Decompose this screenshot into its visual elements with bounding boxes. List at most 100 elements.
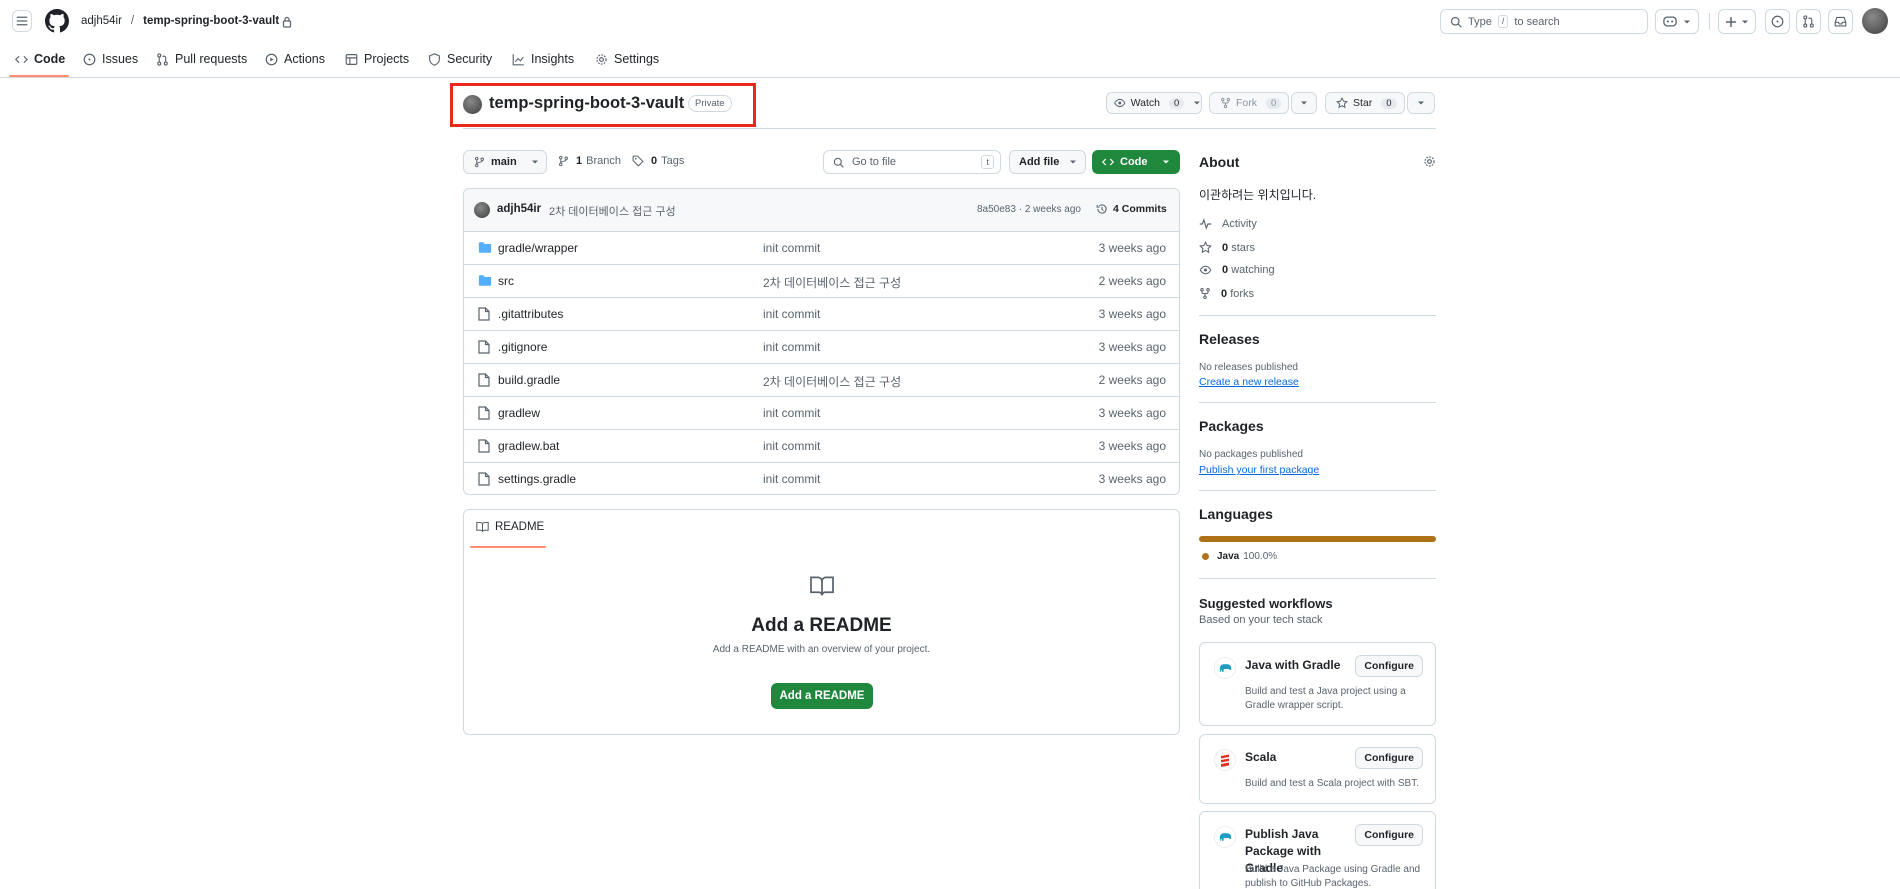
file-name[interactable]: gradlew.bat xyxy=(498,439,559,453)
configure-button[interactable]: Configure xyxy=(1355,655,1423,677)
star-icon xyxy=(1336,97,1348,109)
workflow-description: Build and test a Scala project with SBT. xyxy=(1245,778,1419,789)
releases-title[interactable]: Releases xyxy=(1199,331,1260,347)
book-icon xyxy=(810,576,834,596)
chevron-down-icon xyxy=(1301,101,1307,105)
history-icon xyxy=(1096,204,1107,214)
add-readme-button[interactable]: Add a README xyxy=(771,683,873,709)
tab-code[interactable]: Code xyxy=(15,52,71,66)
repo-forked-icon xyxy=(1200,287,1210,300)
file-row[interactable]: src 2차 데이터베이스 접근 구성 2 weeks ago xyxy=(464,264,1179,297)
search-input[interactable]: Type / to search xyxy=(1440,9,1648,34)
file-commit-message[interactable]: init commit xyxy=(763,439,820,453)
file-row[interactable]: .gitignore init commit 3 weeks ago xyxy=(464,330,1179,363)
chevron-down-icon xyxy=(1162,160,1169,164)
chevron-down-icon xyxy=(531,160,538,164)
fork-count: 0 xyxy=(1266,97,1282,109)
add-file-button[interactable]: Add file xyxy=(1009,150,1086,174)
search-icon xyxy=(833,157,844,168)
file-row[interactable]: gradlew.bat init commit 3 weeks ago xyxy=(464,429,1179,462)
tab-pull-requests[interactable]: Pull requests xyxy=(156,52,265,66)
readme-empty-title: Add a README xyxy=(751,615,892,636)
readme-empty-description: Add a README with an overview of your pr… xyxy=(712,644,931,655)
branch-selector[interactable]: main xyxy=(463,150,547,174)
commits-link[interactable]: 4 Commits xyxy=(1096,203,1167,215)
configure-button[interactable]: Configure xyxy=(1355,747,1423,769)
file-commit-message[interactable]: 2차 데이터베이스 접근 구성 xyxy=(763,274,901,291)
star-button[interactable]: Star 0 xyxy=(1325,92,1405,114)
file-name[interactable]: gradlew xyxy=(498,406,540,420)
file-name[interactable]: build.gradle xyxy=(498,373,560,387)
git-pull-request-icon xyxy=(157,52,168,66)
commit-message[interactable]: 2차 데이터베이스 접근 구성 xyxy=(549,203,676,219)
file-row[interactable]: gradlew init commit 3 weeks ago xyxy=(464,396,1179,429)
avatar[interactable] xyxy=(1862,8,1888,34)
commit-hash-time[interactable]: 8a50e83 · 2 weeks ago xyxy=(977,204,1081,215)
publish-package-link[interactable]: Publish your first package xyxy=(1199,464,1319,476)
tab-security[interactable]: Security xyxy=(428,52,512,66)
breadcrumb-repo[interactable]: temp-spring-boot-3-vault xyxy=(143,15,279,28)
tab-issues[interactable]: Issues xyxy=(83,52,156,66)
tab-projects[interactable]: Projects xyxy=(345,52,428,66)
tab-insights[interactable]: Insights xyxy=(512,52,595,66)
folder-icon xyxy=(478,242,492,253)
watch-button[interactable]: Watch 0 xyxy=(1106,92,1202,114)
search-icon xyxy=(1450,16,1462,28)
tab-actions[interactable]: Actions xyxy=(265,52,345,66)
file-commit-message[interactable]: init commit xyxy=(763,406,820,420)
pull-requests-button[interactable] xyxy=(1796,9,1821,34)
language-item[interactable]: Java 100.0% xyxy=(1202,551,1277,562)
file-commit-message[interactable]: init commit xyxy=(763,241,820,255)
fork-button[interactable]: Fork 0 xyxy=(1209,92,1289,114)
stars-link[interactable]: 0 stars xyxy=(1199,241,1255,254)
file-date: 3 weeks ago xyxy=(1098,241,1166,255)
code-button[interactable]: Code xyxy=(1092,150,1180,174)
file-row[interactable]: settings.gradle init commit 3 weeks ago xyxy=(464,462,1179,494)
languages-title: Languages xyxy=(1199,506,1273,522)
file-row[interactable]: gradle/wrapper init commit 3 weeks ago xyxy=(464,231,1179,264)
activity-link[interactable]: Activity xyxy=(1199,218,1257,230)
watching-link[interactable]: 0 watching xyxy=(1199,264,1275,276)
file-row[interactable]: .gitattributes init commit 3 weeks ago xyxy=(464,297,1179,330)
breadcrumb-owner[interactable]: adjh54ir xyxy=(81,15,122,28)
commit-author[interactable]: adjh54ir xyxy=(497,203,541,215)
github-logo-icon[interactable] xyxy=(45,9,69,33)
create-new-button[interactable] xyxy=(1718,9,1756,34)
file-name[interactable]: src xyxy=(498,274,514,288)
copilot-button[interactable] xyxy=(1655,9,1699,34)
repo-title[interactable]: temp-spring-boot-3-vault xyxy=(489,94,684,113)
branches-link[interactable]: 1 Branch xyxy=(558,155,621,167)
file-commit-message[interactable]: init commit xyxy=(763,307,820,321)
search-suffix: to search xyxy=(1514,15,1560,28)
file-name[interactable]: gradle/wrapper xyxy=(498,241,578,255)
inbox-button[interactable] xyxy=(1828,9,1853,34)
fork-dropdown-button[interactable] xyxy=(1291,92,1317,114)
issues-button[interactable] xyxy=(1765,9,1790,34)
tags-link[interactable]: 0 Tags xyxy=(632,155,684,167)
packages-title[interactable]: Packages xyxy=(1199,418,1264,434)
goto-shortcut-key: t xyxy=(981,155,994,169)
readme-tab[interactable]: README xyxy=(476,521,544,533)
menu-button[interactable] xyxy=(12,10,32,32)
star-count: 0 xyxy=(1381,97,1397,109)
file-commit-message[interactable]: init commit xyxy=(763,472,820,486)
header-divider xyxy=(1709,13,1710,30)
star-dropdown-button[interactable] xyxy=(1407,92,1435,114)
table-icon xyxy=(345,53,358,65)
go-to-file-input[interactable]: Go to file t xyxy=(823,150,1001,174)
file-commit-message[interactable]: 2차 데이터베이스 접근 구성 xyxy=(763,373,901,390)
file-row[interactable]: build.gradle 2차 데이터베이스 접근 구성 2 weeks ago xyxy=(464,363,1179,396)
file-date: 3 weeks ago xyxy=(1098,472,1166,486)
file-name[interactable]: .gitattributes xyxy=(498,307,563,321)
file-name[interactable]: settings.gradle xyxy=(498,472,576,486)
file-commit-message[interactable]: init commit xyxy=(763,340,820,354)
breadcrumb-separator: / xyxy=(130,15,135,27)
gear-icon[interactable] xyxy=(1423,155,1436,168)
workflow-description: Build and test a Java project using a Gr… xyxy=(1245,686,1406,711)
create-release-link[interactable]: Create a new release xyxy=(1199,376,1299,388)
configure-button[interactable]: Configure xyxy=(1355,824,1423,846)
book-icon xyxy=(476,522,489,532)
tab-settings[interactable]: Settings xyxy=(595,52,675,66)
forks-link[interactable]: 0 forks xyxy=(1199,287,1254,300)
file-name[interactable]: .gitignore xyxy=(498,340,547,354)
